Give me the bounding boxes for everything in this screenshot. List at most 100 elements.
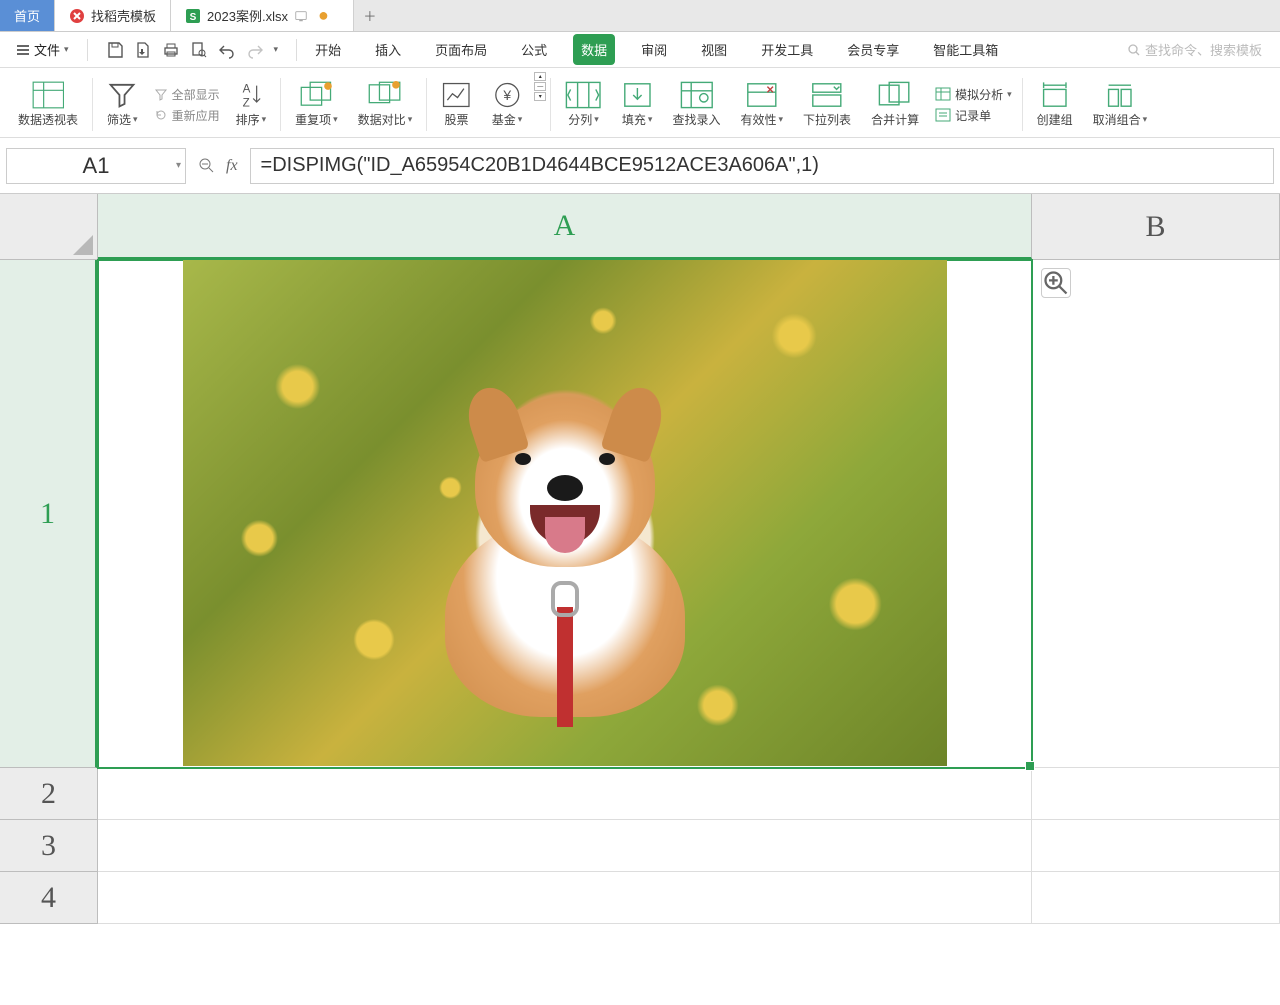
column-header-B[interactable]: B <box>1032 194 1280 259</box>
stock-button[interactable]: 股票 <box>431 72 482 137</box>
show-all-button[interactable]: 全部显示 <box>154 86 220 103</box>
analysis-group: 模拟分析▾ 记录单 <box>929 72 1018 137</box>
name-box[interactable]: A1 ▾ <box>6 148 186 184</box>
lookup-button[interactable]: 查找录入 <box>662 72 730 137</box>
menu-formula[interactable]: 公式 <box>513 34 555 65</box>
row-header-4[interactable]: 4 <box>0 872 97 924</box>
cell-B2[interactable] <box>1032 768 1280 820</box>
row-header-2[interactable]: 2 <box>0 768 97 820</box>
separator <box>550 78 551 131</box>
simulation-button[interactable]: 模拟分析▾ <box>935 86 1012 103</box>
qat-more-icon[interactable]: ▾ <box>274 44 279 55</box>
chevron-down-icon: ▾ <box>594 114 599 125</box>
tab-templates[interactable]: 找稻壳模板 <box>55 0 171 31</box>
menu-insert[interactable]: 插入 <box>367 34 409 65</box>
separator <box>296 39 297 61</box>
show-all-icon <box>154 87 168 101</box>
menu-layout[interactable]: 页面布局 <box>427 34 495 65</box>
chevron-down-icon: ▾ <box>408 114 413 125</box>
formula-value: =DISPIMG("ID_A65954C20B1D4644BCE9512ACE3… <box>261 154 819 177</box>
dropdown-list-button[interactable]: 下拉列表 <box>793 72 861 137</box>
svg-text:¥: ¥ <box>502 87 511 103</box>
cell-A4[interactable] <box>98 872 1032 924</box>
cell-A1[interactable] <box>98 260 1032 768</box>
svg-text:S: S <box>190 12 197 23</box>
print-icon[interactable] <box>162 41 180 59</box>
fx-icon[interactable]: fx <box>226 157 238 175</box>
cell-A2[interactable] <box>98 768 1032 820</box>
compare-button[interactable]: 数据对比▾ <box>348 72 423 137</box>
zoom-out-icon[interactable] <box>198 157 216 175</box>
formula-input[interactable]: =DISPIMG("ID_A65954C20B1D4644BCE9512ACE3… <box>250 148 1274 184</box>
duplicates-button[interactable]: 重复项▾ <box>285 72 348 137</box>
menu-review[interactable]: 审阅 <box>633 34 675 65</box>
column-headers: A B <box>98 194 1280 260</box>
menu-data[interactable]: 数据 <box>573 34 615 65</box>
consolidate-button[interactable]: 合并计算 <box>861 72 929 137</box>
tab-current-file[interactable]: S 2023案例.xlsx ● <box>171 0 354 31</box>
spinner-up[interactable]: ▴ <box>534 72 546 81</box>
sim-icon <box>935 87 951 101</box>
formula-bar-tools: fx <box>192 157 244 175</box>
pivot-table-button[interactable]: 数据透视表 <box>8 72 88 137</box>
fill-button[interactable]: 填充▾ <box>612 72 663 137</box>
file-status: ● <box>294 5 339 26</box>
svg-text:A: A <box>243 83 251 96</box>
hamburger-icon <box>16 43 30 57</box>
svg-text:Z: Z <box>243 97 250 109</box>
reapply-button[interactable]: 重新应用 <box>154 107 220 124</box>
export-icon[interactable] <box>134 41 152 59</box>
name-box-value: A1 <box>83 153 110 179</box>
chevron-down-icon[interactable]: ▾ <box>176 160 181 171</box>
add-tab-button[interactable]: ＋ <box>354 0 386 31</box>
spreadsheet-grid: A B 1 2 3 4 <box>0 194 1280 1004</box>
cell-B1[interactable] <box>1032 260 1280 768</box>
group-button[interactable]: 创建组 <box>1027 72 1083 137</box>
quick-access-toolbar: ▾ <box>98 41 287 59</box>
save-icon[interactable] <box>106 41 124 59</box>
command-search[interactable]: 查找命令、搜索模板 <box>1127 40 1272 59</box>
validity-button[interactable]: 有效性▾ <box>731 72 794 137</box>
chevron-down-icon: ▾ <box>648 114 653 125</box>
filter-button[interactable]: 筛选▾ <box>97 72 148 137</box>
tab-home[interactable]: 首页 <box>0 0 55 31</box>
chevron-down-icon: ▾ <box>133 114 138 125</box>
chevron-down-icon: ▾ <box>1007 89 1012 100</box>
spinner-mid[interactable]: — <box>534 82 546 91</box>
cell-B4[interactable] <box>1032 872 1280 924</box>
cloud-icon[interactable] <box>294 9 308 23</box>
select-all-corner[interactable] <box>0 194 98 260</box>
cell-B3[interactable] <box>1032 820 1280 872</box>
redo-icon[interactable] <box>246 41 264 59</box>
menu-dev[interactable]: 开发工具 <box>753 34 821 65</box>
menu-start[interactable]: 开始 <box>307 34 349 65</box>
undo-icon[interactable] <box>218 41 236 59</box>
menu-member[interactable]: 会员专享 <box>839 34 907 65</box>
column-header-A[interactable]: A <box>98 194 1032 259</box>
fund-button[interactable]: ¥基金▾ <box>482 72 533 137</box>
menubar: 文件 ▾ ▾ 开始 插入 页面布局 公式 数据 审阅 视图 开发工具 会员专享 … <box>0 32 1280 68</box>
search-placeholder: 查找命令、搜索模板 <box>1145 40 1262 59</box>
preview-icon[interactable] <box>190 41 208 59</box>
ungroup-button[interactable]: 取消组合▾ <box>1083 72 1158 137</box>
spreadsheet-icon: S <box>185 8 201 24</box>
file-menu-button[interactable]: 文件 ▾ <box>8 36 77 63</box>
pivot-label: 数据透视表 <box>18 111 78 128</box>
record-icon <box>935 108 951 122</box>
ribbon-tabs: 开始 插入 页面布局 公式 数据 审阅 视图 开发工具 会员专享 智能工具箱 <box>307 34 1006 65</box>
row-header-3[interactable]: 3 <box>0 820 97 872</box>
chevron-down-icon: ▾ <box>1143 114 1148 125</box>
menu-smart[interactable]: 智能工具箱 <box>925 34 1006 65</box>
cell-A3[interactable] <box>98 820 1032 872</box>
row-header-1[interactable]: 1 <box>0 260 97 768</box>
embedded-image[interactable] <box>183 260 947 766</box>
split-button[interactable]: 分列▾ <box>555 72 611 137</box>
record-form-button[interactable]: 记录单 <box>935 107 1012 124</box>
spinner-down[interactable]: ▾ <box>534 92 546 101</box>
ribbon-data: 数据透视表 筛选▾ 全部显示 重新应用 AZ排序▾ 重复项▾ 数据对比▾ 股票 … <box>0 68 1280 138</box>
zoom-image-button[interactable] <box>1041 268 1071 298</box>
filter-label: 筛选 <box>107 111 131 128</box>
sort-button[interactable]: AZ排序▾ <box>226 72 277 137</box>
menu-view[interactable]: 视图 <box>693 34 735 65</box>
separator <box>426 78 427 131</box>
